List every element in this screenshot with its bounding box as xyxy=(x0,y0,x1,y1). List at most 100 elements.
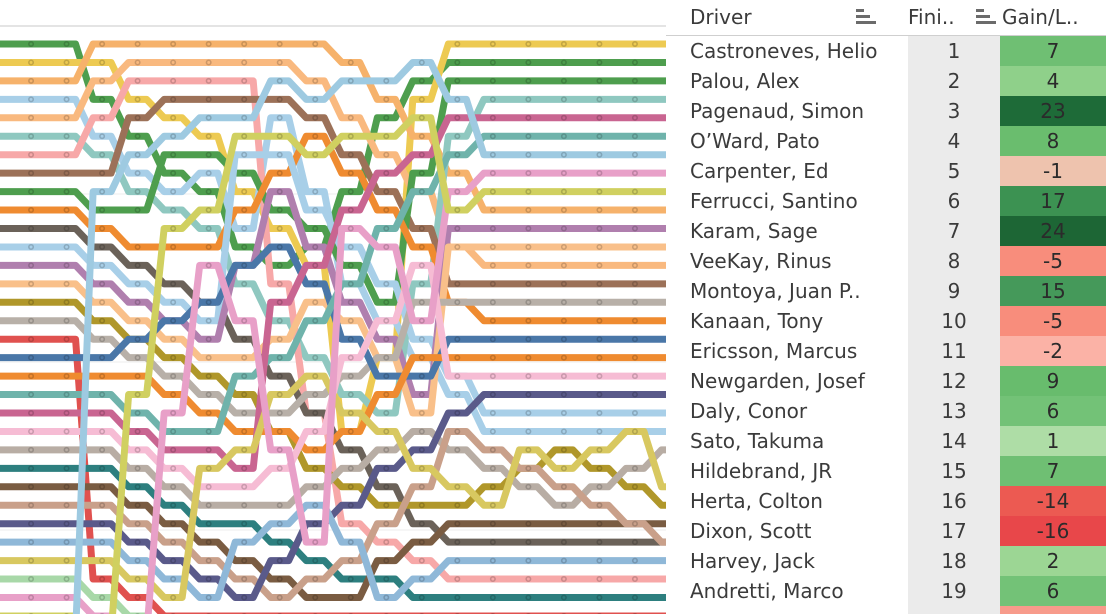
series-marker[interactable] xyxy=(347,114,354,121)
table-row[interactable]: Ferrucci, Santino 6 17 xyxy=(666,186,1106,216)
series-marker[interactable] xyxy=(205,576,212,583)
series-marker[interactable] xyxy=(525,96,532,103)
series-marker[interactable] xyxy=(560,207,567,214)
series-marker[interactable] xyxy=(170,539,177,546)
series-marker[interactable] xyxy=(241,207,248,214)
series-marker[interactable] xyxy=(560,594,567,601)
table-row[interactable]: O’Ward, Pato 4 8 xyxy=(666,126,1106,156)
series-marker[interactable] xyxy=(525,354,532,361)
series-marker[interactable] xyxy=(276,170,283,177)
series-marker[interactable] xyxy=(99,557,106,564)
position-bump-chart[interactable] xyxy=(0,0,666,614)
series-marker[interactable] xyxy=(631,317,638,324)
series-marker[interactable] xyxy=(418,280,425,287)
series-marker[interactable] xyxy=(418,336,425,343)
series-marker[interactable] xyxy=(347,354,354,361)
series-marker[interactable] xyxy=(489,539,496,546)
series-marker[interactable] xyxy=(525,299,532,306)
series-marker[interactable] xyxy=(170,188,177,195)
series-marker[interactable] xyxy=(63,280,70,287)
series-marker[interactable] xyxy=(560,243,567,250)
series-marker[interactable] xyxy=(560,483,567,490)
series-marker[interactable] xyxy=(205,465,212,472)
table-row[interactable]: Palou, Alex 2 4 xyxy=(666,66,1106,96)
series-marker[interactable] xyxy=(276,280,283,287)
series-marker[interactable] xyxy=(454,373,461,380)
series-marker[interactable] xyxy=(596,225,603,232)
series-marker[interactable] xyxy=(454,354,461,361)
series-marker[interactable] xyxy=(205,170,212,177)
series-marker[interactable] xyxy=(347,428,354,435)
series-marker[interactable] xyxy=(631,576,638,583)
series-marker[interactable] xyxy=(489,151,496,158)
series-marker[interactable] xyxy=(28,225,35,232)
series-marker[interactable] xyxy=(418,133,425,140)
series-marker[interactable] xyxy=(99,170,106,177)
table-row[interactable]: VeeKay, Rinus 8 -5 xyxy=(666,246,1106,276)
series-marker[interactable] xyxy=(99,446,106,453)
table-row[interactable]: Herta, Colton 16 -14 xyxy=(666,486,1106,516)
table-row[interactable]: Andretti, Marco 19 6 xyxy=(666,576,1106,606)
series-marker[interactable] xyxy=(525,262,532,269)
series-marker[interactable] xyxy=(205,428,212,435)
series-marker[interactable] xyxy=(525,170,532,177)
series-marker[interactable] xyxy=(63,225,70,232)
series-marker[interactable] xyxy=(525,557,532,564)
series-marker[interactable] xyxy=(525,151,532,158)
series-marker[interactable] xyxy=(596,188,603,195)
series-marker[interactable] xyxy=(347,262,354,269)
series-marker[interactable] xyxy=(596,114,603,121)
series-marker[interactable] xyxy=(28,576,35,583)
series-marker[interactable] xyxy=(63,188,70,195)
series-marker[interactable] xyxy=(276,151,283,158)
series-marker[interactable] xyxy=(99,502,106,509)
series-marker[interactable] xyxy=(241,391,248,398)
series-marker[interactable] xyxy=(99,373,106,380)
series-marker[interactable] xyxy=(276,262,283,269)
series-marker[interactable] xyxy=(63,114,70,121)
series-marker[interactable] xyxy=(170,280,177,287)
series-marker[interactable] xyxy=(525,594,532,601)
series-marker[interactable] xyxy=(418,557,425,564)
series-marker[interactable] xyxy=(383,446,390,453)
series-marker[interactable] xyxy=(347,409,354,416)
series-marker[interactable] xyxy=(596,280,603,287)
series-marker[interactable] xyxy=(205,188,212,195)
series-marker[interactable] xyxy=(63,170,70,177)
series-marker[interactable] xyxy=(347,576,354,583)
series-marker[interactable] xyxy=(454,557,461,564)
series-marker[interactable] xyxy=(489,299,496,306)
series-marker[interactable] xyxy=(489,40,496,47)
series-marker[interactable] xyxy=(347,77,354,84)
series-marker[interactable] xyxy=(312,465,319,472)
series-marker[interactable] xyxy=(312,557,319,564)
series-marker[interactable] xyxy=(418,354,425,361)
series-marker[interactable] xyxy=(63,391,70,398)
series-marker[interactable] xyxy=(28,557,35,564)
series-marker[interactable] xyxy=(134,446,141,453)
series-marker[interactable] xyxy=(276,539,283,546)
series-marker[interactable] xyxy=(489,502,496,509)
series-marker[interactable] xyxy=(170,373,177,380)
series-marker[interactable] xyxy=(63,262,70,269)
series-marker[interactable] xyxy=(631,409,638,416)
series-marker[interactable] xyxy=(28,428,35,435)
series-marker[interactable] xyxy=(99,354,106,361)
series-marker[interactable] xyxy=(596,170,603,177)
series-marker[interactable] xyxy=(347,243,354,250)
series-marker[interactable] xyxy=(99,280,106,287)
series-marker[interactable] xyxy=(525,576,532,583)
series-marker[interactable] xyxy=(560,576,567,583)
series-marker[interactable] xyxy=(525,336,532,343)
series-marker[interactable] xyxy=(276,594,283,601)
series-marker[interactable] xyxy=(170,576,177,583)
series-marker[interactable] xyxy=(560,299,567,306)
series-marker[interactable] xyxy=(312,594,319,601)
series-marker[interactable] xyxy=(347,151,354,158)
series-marker[interactable] xyxy=(99,299,106,306)
series-marker[interactable] xyxy=(631,262,638,269)
series-marker[interactable] xyxy=(63,40,70,47)
series-marker[interactable] xyxy=(489,317,496,324)
series-marker[interactable] xyxy=(454,40,461,47)
series-marker[interactable] xyxy=(383,133,390,140)
